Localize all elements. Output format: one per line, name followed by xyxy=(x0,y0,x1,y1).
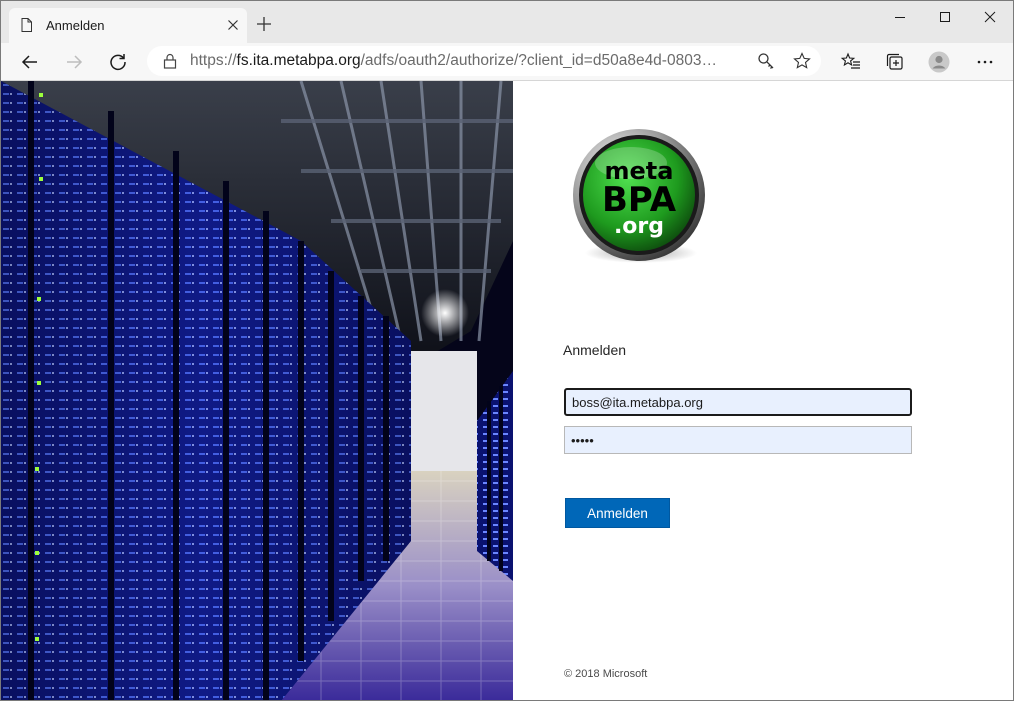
logo-text-org: .org xyxy=(614,214,664,239)
new-tab-icon[interactable] xyxy=(254,14,274,34)
browser-toolbar: https://fs.ita.metabpa.org/adfs/oauth2/a… xyxy=(1,43,1013,81)
username-input[interactable] xyxy=(564,388,912,416)
browser-window: Anmelden https://fs.ita.metabpa.org/adfs… xyxy=(0,0,1014,701)
back-arrow-icon[interactable] xyxy=(19,51,41,73)
page-title: Anmelden xyxy=(563,342,627,358)
collections-icon[interactable] xyxy=(884,51,906,73)
address-bar[interactable]: https://fs.ita.metabpa.org/adfs/oauth2/a… xyxy=(147,46,821,76)
tab-strip: Anmelden xyxy=(1,1,1013,43)
tab-anmelden[interactable]: Anmelden xyxy=(9,8,247,43)
minimize-icon[interactable] xyxy=(877,1,923,33)
signin-button[interactable]: Anmelden xyxy=(565,498,670,528)
more-icon[interactable] xyxy=(974,51,996,73)
refresh-icon[interactable] xyxy=(107,51,129,73)
metabpa-logo: meta BPA .org xyxy=(573,129,705,263)
profile-icon[interactable] xyxy=(928,51,950,73)
lock-icon[interactable] xyxy=(163,53,177,69)
copyright-footer: © 2018 Microsoft xyxy=(564,668,648,680)
page-icon xyxy=(21,18,32,32)
key-icon[interactable] xyxy=(757,52,775,70)
url-text: https://fs.ita.metabpa.org/adfs/oauth2/a… xyxy=(190,52,717,70)
favorites-icon[interactable] xyxy=(840,51,862,73)
password-input[interactable] xyxy=(564,426,912,454)
url-path: /adfs/oauth2/authorize/?client_id=d50a8e… xyxy=(360,52,717,69)
forward-arrow-icon[interactable] xyxy=(63,51,85,73)
close-tab-icon[interactable] xyxy=(223,15,243,35)
close-window-icon[interactable] xyxy=(967,1,1013,33)
signin-panel: meta BPA .org Anmelden Anmelden © 2018 M… xyxy=(513,81,1013,700)
url-scheme: https:// xyxy=(190,52,237,69)
maximize-icon[interactable] xyxy=(922,1,968,33)
datacenter-illustration xyxy=(1,81,513,700)
page-content: meta BPA .org Anmelden Anmelden © 2018 M… xyxy=(1,81,1013,700)
star-icon[interactable] xyxy=(793,52,811,70)
tab-title: Anmelden xyxy=(46,18,105,33)
url-host: fs.ita.metabpa.org xyxy=(236,52,361,69)
